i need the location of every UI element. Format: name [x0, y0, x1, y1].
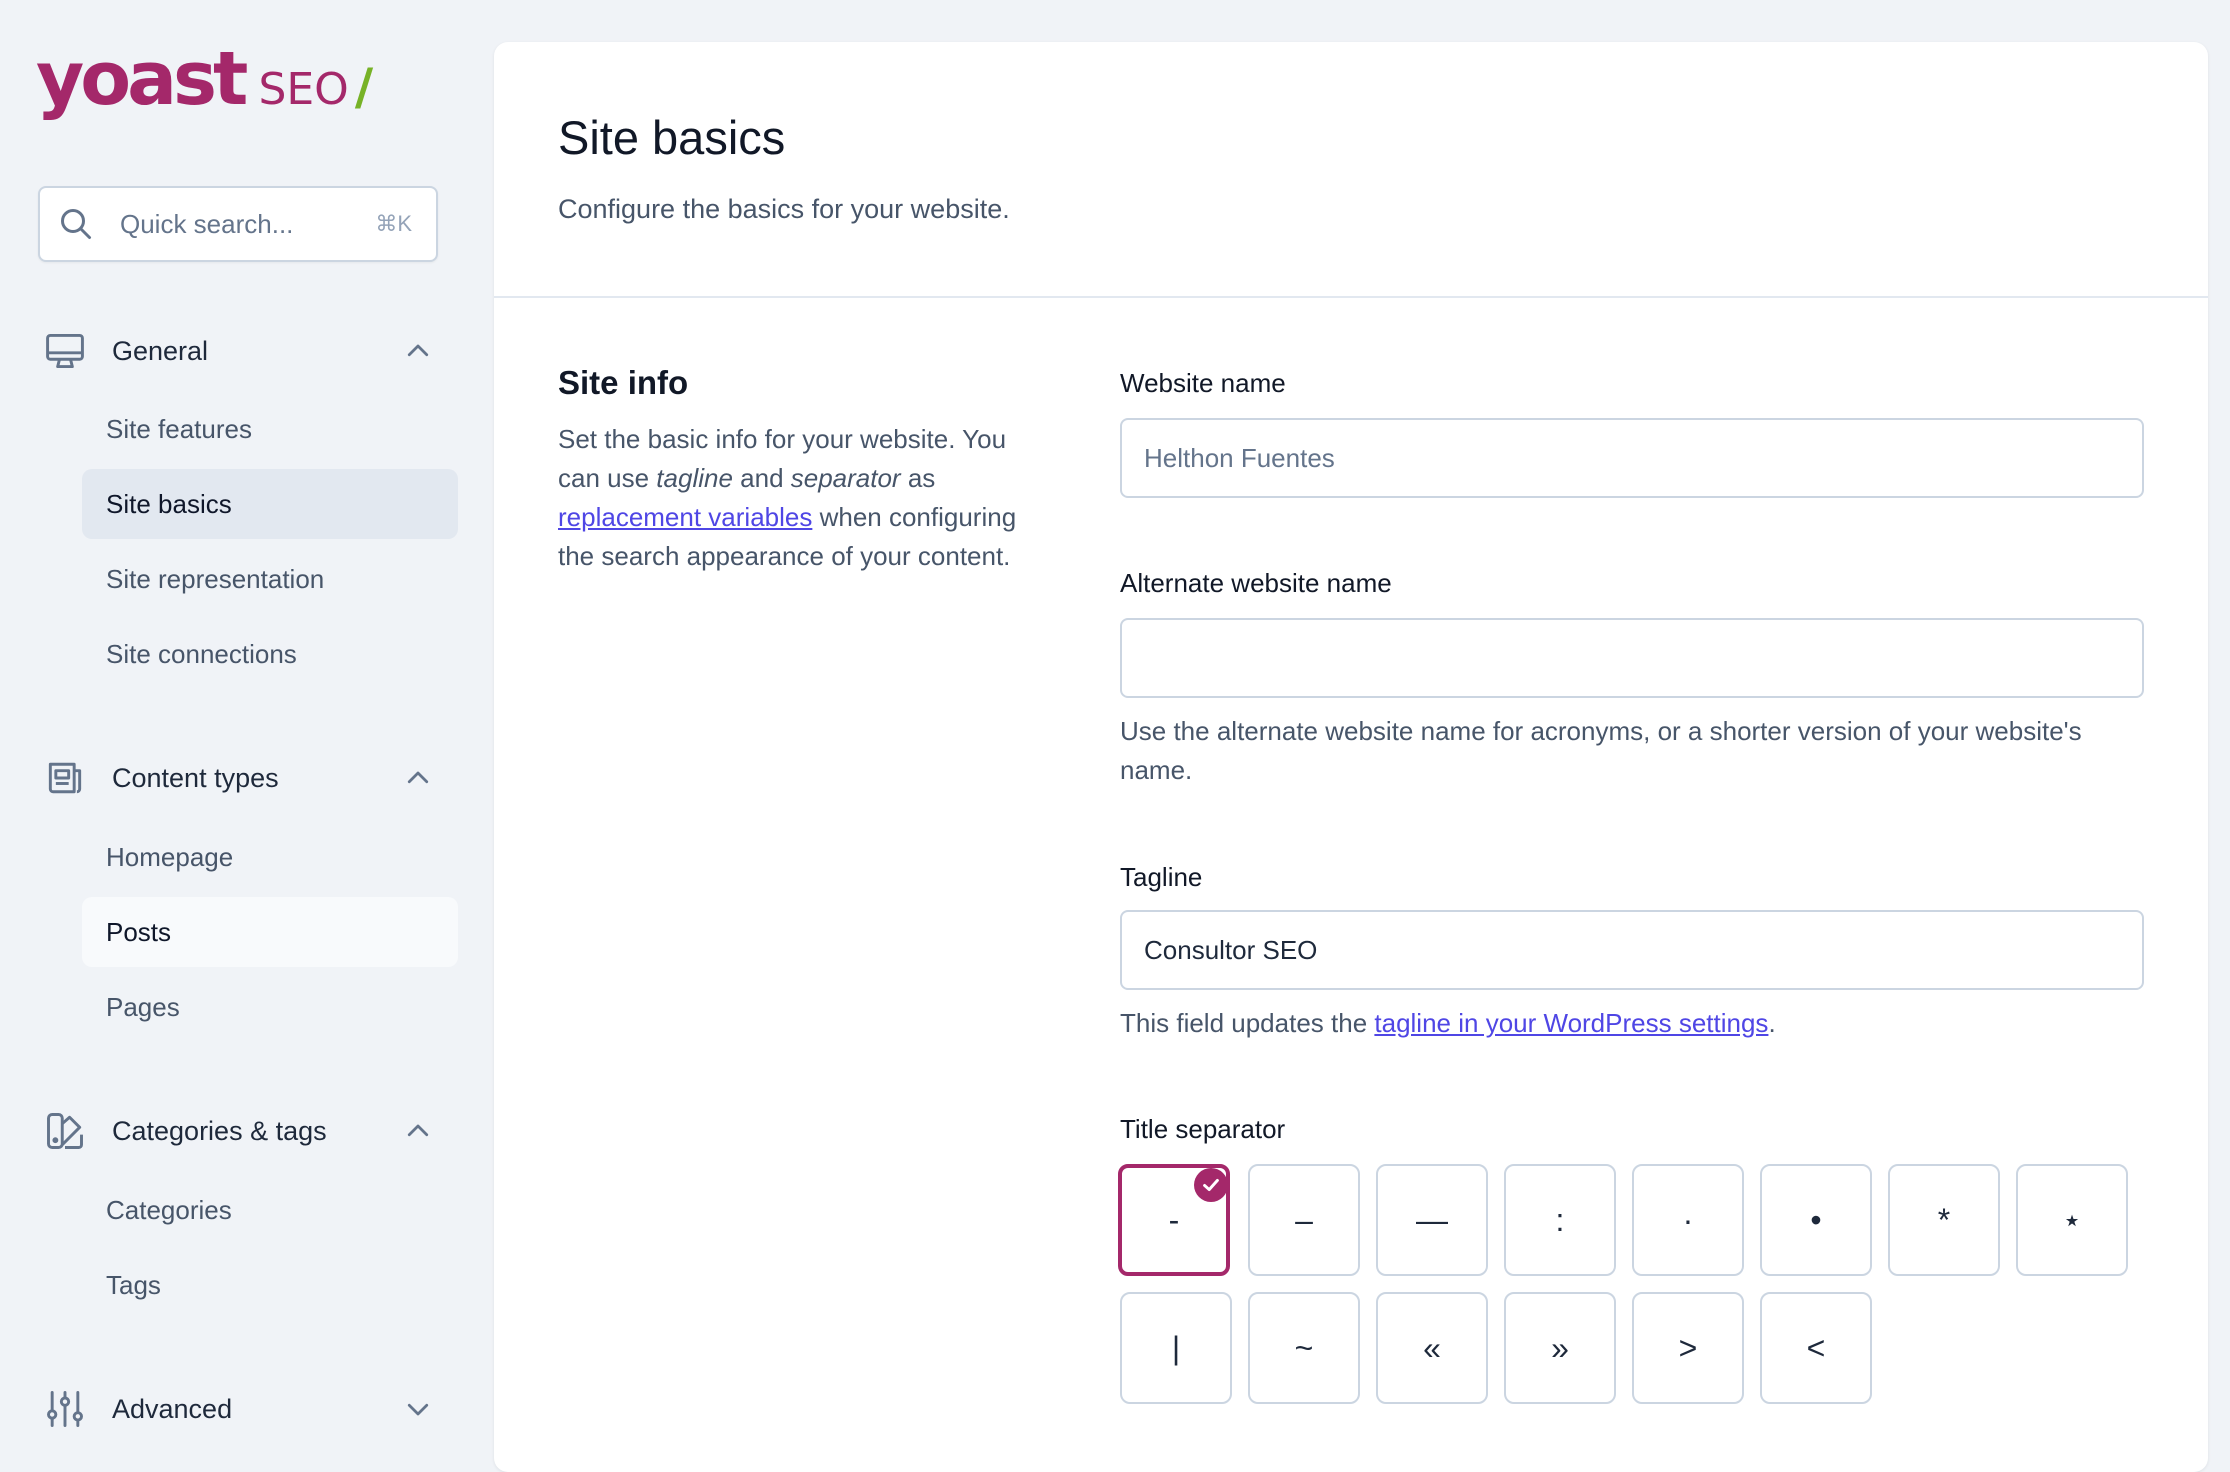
- tagline-value: Consultor SEO: [1144, 934, 1318, 965]
- help-text: This field updates the: [1120, 1008, 1375, 1038]
- separator-symbol: «: [1423, 1329, 1441, 1366]
- sidebar-item-tags[interactable]: Tags: [82, 1250, 458, 1320]
- title-separator-label: Title separator: [1120, 1114, 1286, 1144]
- chevron-up-icon[interactable]: [398, 1111, 438, 1151]
- sidebar-item-posts[interactable]: Posts: [82, 897, 458, 967]
- sidebar-item-homepage[interactable]: Homepage: [82, 822, 458, 892]
- separator-symbol: –: [1295, 1201, 1313, 1238]
- search-placeholder: Quick search...: [120, 208, 294, 239]
- separator-option-en-dash[interactable]: –: [1248, 1164, 1360, 1276]
- separator-option-middle-dot[interactable]: ·: [1632, 1164, 1744, 1276]
- nav-group-categories-tags[interactable]: Categories & tags: [42, 1106, 438, 1156]
- nav-group-label: Categories & tags: [112, 1115, 327, 1146]
- separator-option-right-guillemet[interactable]: »: [1504, 1292, 1616, 1404]
- separator-option-left-guillemet[interactable]: «: [1376, 1292, 1488, 1404]
- quick-search-input[interactable]: Quick search... ⌘K: [38, 186, 438, 262]
- nav-group-label: Content types: [112, 762, 279, 793]
- alternate-website-name-input[interactable]: [1120, 618, 2144, 698]
- adjustments-icon: [42, 1386, 88, 1432]
- separator-symbol: —: [1416, 1201, 1448, 1238]
- sidebar: yoast SEO / Quick search... ⌘K General S…: [0, 0, 492, 1454]
- desc-text: as: [900, 463, 936, 493]
- nav-group-label: General: [112, 335, 209, 366]
- nav-group-advanced[interactable]: Advanced: [42, 1384, 438, 1434]
- tagline-help: This field updates the tagline in your W…: [1120, 1004, 2144, 1043]
- logo-word: yoast: [36, 36, 248, 122]
- separator-symbol: *: [1937, 1201, 1951, 1238]
- chevron-up-icon[interactable]: [398, 758, 438, 798]
- separator-symbol: >: [1678, 1329, 1698, 1366]
- page-title: Site basics: [558, 111, 786, 164]
- nav-group-content-types[interactable]: Content types: [42, 753, 438, 803]
- separator-symbol: <: [1806, 1329, 1826, 1366]
- tagline-label: Tagline: [1120, 862, 1203, 892]
- separator-option-greater-than[interactable]: >: [1632, 1292, 1744, 1404]
- separator-symbol: :: [1555, 1201, 1565, 1238]
- sidebar-item-site-representation[interactable]: Site representation: [82, 544, 458, 614]
- separator-symbol: ⋆: [2061, 1202, 2083, 1238]
- separator-option-bullet[interactable]: •: [1760, 1164, 1872, 1276]
- tagline-input[interactable]: Consultor SEO: [1120, 910, 2144, 990]
- sidebar-item-site-features[interactable]: Site features: [82, 394, 458, 464]
- replacement-variables-link[interactable]: replacement variables: [558, 502, 812, 532]
- main-panel: Site basics Configure the basics for you…: [494, 42, 2208, 1472]
- chevron-up-icon[interactable]: [398, 331, 438, 371]
- sidebar-item-site-basics[interactable]: Site basics: [82, 469, 458, 539]
- separator-symbol: |: [1171, 1329, 1181, 1366]
- color-swatch-icon: [42, 1108, 88, 1154]
- separator-symbol: •: [1810, 1201, 1822, 1238]
- page-description: Configure the basics for your website.: [558, 194, 1010, 224]
- alternate-website-name-help: Use the alternate website name for acron…: [1120, 716, 2082, 785]
- sidebar-item-pages[interactable]: Pages: [82, 972, 458, 1042]
- separator-symbol: »: [1551, 1329, 1569, 1366]
- nav-group-general[interactable]: General: [42, 326, 438, 376]
- check-circle-icon: [1194, 1168, 1228, 1202]
- separator-option-em-dash[interactable]: —: [1376, 1164, 1488, 1276]
- sidebar-item-site-connections[interactable]: Site connections: [82, 619, 458, 689]
- separator-option-asterisk[interactable]: *: [1888, 1164, 2000, 1276]
- website-name-label: Website name: [1120, 368, 1286, 398]
- search-shortcut: ⌘K: [375, 211, 412, 236]
- logo-seo: SEO: [258, 64, 349, 115]
- search-icon: [56, 204, 96, 244]
- separator-symbol: -: [1168, 1201, 1180, 1238]
- sidebar-item-categories[interactable]: Categories: [82, 1175, 458, 1245]
- monitor-icon: [42, 328, 88, 374]
- desc-tagline: tagline: [656, 463, 733, 493]
- separator-option-tilde[interactable]: ~: [1248, 1292, 1360, 1404]
- separator-option-colon[interactable]: :: [1504, 1164, 1616, 1276]
- alternate-website-name-label: Alternate website name: [1120, 568, 1392, 598]
- section-description: Set the basic info for your website. You…: [558, 420, 1038, 576]
- page-header: Site basics Configure the basics for you…: [494, 42, 2208, 298]
- newspaper-icon: [42, 755, 88, 801]
- separator-option-star[interactable]: ⋆: [2016, 1164, 2128, 1276]
- help-text: .: [1768, 1008, 1776, 1038]
- chevron-down-icon[interactable]: [398, 1389, 438, 1429]
- separator-option-pipe[interactable]: |: [1120, 1292, 1232, 1404]
- tagline-settings-link[interactable]: tagline in your WordPress settings: [1374, 1008, 1768, 1038]
- desc-separator: separator: [790, 463, 901, 493]
- section-title: Site info: [558, 364, 689, 401]
- separator-option-less-than[interactable]: <: [1760, 1292, 1872, 1404]
- yoast-seo-logo[interactable]: yoast SEO /: [36, 36, 373, 136]
- website-name-input[interactable]: Helthon Fuentes: [1120, 418, 2144, 498]
- separator-symbol: ~: [1294, 1329, 1314, 1366]
- nav-group-label: Advanced: [112, 1393, 233, 1424]
- desc-text: and: [732, 463, 791, 493]
- logo-slash: /: [354, 58, 374, 116]
- separator-symbol: ·: [1682, 1201, 1694, 1238]
- separator-option-hyphen[interactable]: -: [1118, 1164, 1230, 1276]
- website-name-placeholder: Helthon Fuentes: [1144, 442, 1335, 473]
